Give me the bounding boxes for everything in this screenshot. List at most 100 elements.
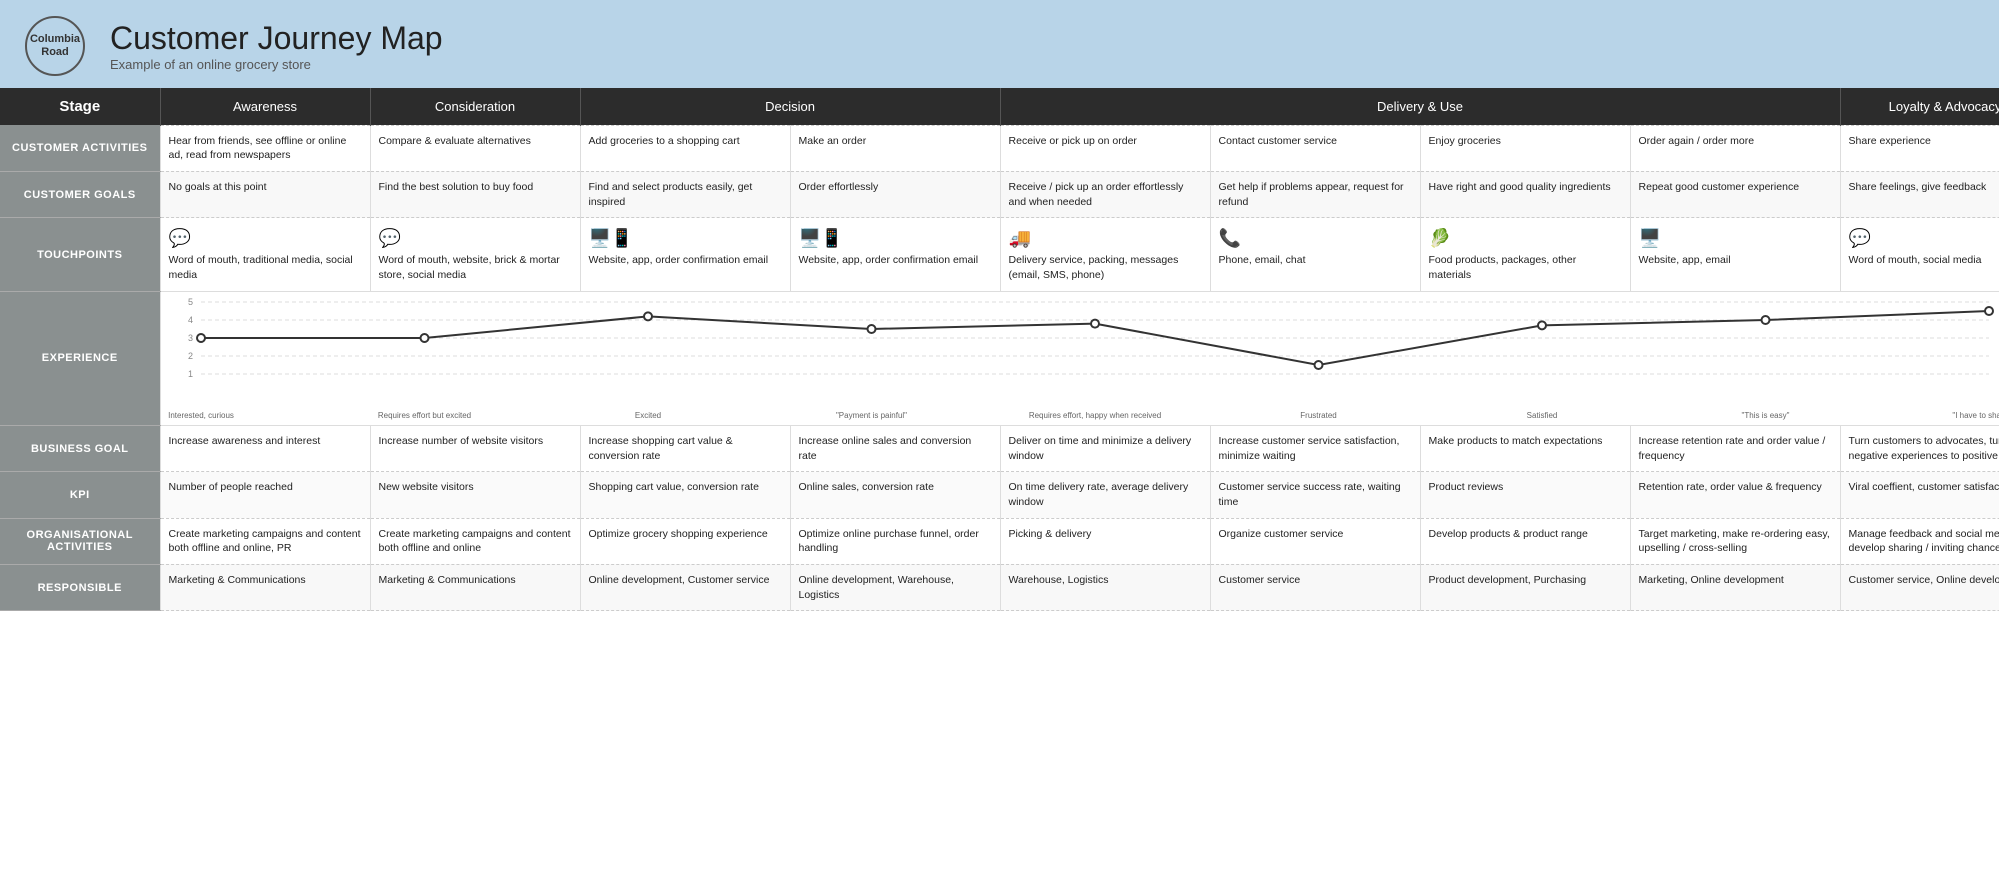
svg-text:"I have to share this": "I have to share this" (1952, 411, 1999, 420)
cell-responsible-8: Customer service, Online development (1840, 564, 1999, 610)
cell-touchpoints-8: 💬Word of mouth, social media (1840, 218, 1999, 292)
stage-awareness: Awareness (160, 88, 370, 125)
cell-business-goal-1: Increase number of website visitors (370, 425, 580, 471)
cell-business-goal-4: Deliver on time and minimize a delivery … (1000, 425, 1210, 471)
row-label-customer-activities: CUSTOMER ACTIVITIES (0, 125, 160, 171)
page-header: ColumbiaRoad Customer Journey Map Exampl… (0, 0, 1999, 88)
cell-customer-activities-5: Contact customer service (1210, 125, 1420, 171)
cell-business-goal-0: Increase awareness and interest (160, 425, 370, 471)
cell-customer-goals-1: Find the best solution to buy food (370, 171, 580, 217)
row-label-responsible: RESPONSIBLE (0, 564, 160, 610)
cell-org-activities-1: Create marketing campaigns and content b… (370, 518, 580, 564)
cell-kpi-3: Online sales, conversion rate (790, 472, 1000, 518)
cell-kpi-7: Retention rate, order value & frequency (1630, 472, 1840, 518)
row-business-goal: BUSINESS GOALIncrease awareness and inte… (0, 425, 1999, 471)
row-customer-goals: CUSTOMER GOALSNo goals at this pointFind… (0, 171, 1999, 217)
cell-touchpoints-7: 🖥️Website, app, email (1630, 218, 1840, 292)
svg-text:"Payment is painful": "Payment is painful" (835, 411, 906, 420)
cell-customer-goals-2: Find and select products easily, get ins… (580, 171, 790, 217)
cell-customer-goals-3: Order effortlessly (790, 171, 1000, 217)
cell-org-activities-8: Manage feedback and social media, develo… (1840, 518, 1999, 564)
stage-header-row: Stage Awareness Consideration Decision D… (0, 88, 1999, 125)
cell-business-goal-7: Increase retention rate and order value … (1630, 425, 1840, 471)
cell-kpi-0: Number of people reached (160, 472, 370, 518)
cell-org-activities-2: Optimize grocery shopping experience (580, 518, 790, 564)
cell-responsible-0: Marketing & Communications (160, 564, 370, 610)
cell-touchpoints-6: 🥬Food products, packages, other material… (1420, 218, 1630, 292)
row-kpi: KPINumber of people reachedNew website v… (0, 472, 1999, 518)
cell-responsible-3: Online development, Warehouse, Logistics (790, 564, 1000, 610)
row-org-activities: ORGANISATIONAL ACTIVITIESCreate marketin… (0, 518, 1999, 564)
row-label-experience: EXPERIENCE (0, 291, 160, 425)
stage-label-header: Stage (0, 88, 160, 125)
cell-org-activities-7: Target marketing, make re-ordering easy,… (1630, 518, 1840, 564)
cell-responsible-4: Warehouse, Logistics (1000, 564, 1210, 610)
cell-kpi-2: Shopping cart value, conversion rate (580, 472, 790, 518)
row-experience: EXPERIENCE 1 2 3 4 5 Interested, curious Requir… (0, 291, 1999, 425)
stage-loyalty: Loyalty & Advocacy (1840, 88, 1999, 125)
cell-org-activities-3: Optimize online purchase funnel, order h… (790, 518, 1000, 564)
cell-customer-goals-4: Receive / pick up an order effortlessly … (1000, 171, 1210, 217)
cell-kpi-5: Customer service success rate, waiting t… (1210, 472, 1420, 518)
svg-text:1: 1 (187, 369, 192, 379)
cell-business-goal-6: Make products to match expectations (1420, 425, 1630, 471)
svg-text:4: 4 (187, 315, 192, 325)
cell-responsible-7: Marketing, Online development (1630, 564, 1840, 610)
cell-touchpoints-5: 📞Phone, email, chat (1210, 218, 1420, 292)
cell-customer-activities-4: Receive or pick up on order (1000, 125, 1210, 171)
cell-touchpoints-1: 💬Word of mouth, website, brick & mortar … (370, 218, 580, 292)
cell-customer-goals-6: Have right and good quality ingredients (1420, 171, 1630, 217)
cell-org-activities-0: Create marketing campaigns and content b… (160, 518, 370, 564)
cell-business-goal-5: Increase customer service satisfaction, … (1210, 425, 1420, 471)
cell-touchpoints-3: 🖥️📱Website, app, order confirmation emai… (790, 218, 1000, 292)
row-label-touchpoints: TOUCHPOINTS (0, 218, 160, 292)
cell-kpi-6: Product reviews (1420, 472, 1630, 518)
row-label-business-goal: BUSINESS GOAL (0, 425, 160, 471)
experience-chart-cell: 1 2 3 4 5 Interested, curious Requires effort … (160, 291, 1999, 425)
cell-kpi-4: On time delivery rate, average delivery … (1000, 472, 1210, 518)
cell-business-goal-2: Increase shopping cart value & conversio… (580, 425, 790, 471)
svg-text:Interested, curious: Interested, curious (168, 411, 234, 420)
stage-consideration: Consideration (370, 88, 580, 125)
cell-responsible-2: Online development, Customer service (580, 564, 790, 610)
svg-text:5: 5 (187, 297, 192, 307)
svg-text:2: 2 (187, 351, 192, 361)
cell-customer-goals-8: Share feelings, give feedback (1840, 171, 1999, 217)
row-touchpoints: TOUCHPOINTS💬Word of mouth, traditional m… (0, 218, 1999, 292)
cell-responsible-1: Marketing & Communications (370, 564, 580, 610)
journey-table: Stage Awareness Consideration Decision D… (0, 88, 1999, 611)
page-subtitle: Example of an online grocery store (110, 57, 443, 72)
row-responsible: RESPONSIBLEMarketing & CommunicationsMar… (0, 564, 1999, 610)
row-label-kpi: KPI (0, 472, 160, 518)
page-title: Customer Journey Map (110, 20, 443, 57)
cell-org-activities-4: Picking & delivery (1000, 518, 1210, 564)
cell-customer-goals-0: No goals at this point (160, 171, 370, 217)
row-label-org-activities: ORGANISATIONAL ACTIVITIES (0, 518, 160, 564)
cell-customer-goals-5: Get help if problems appear, request for… (1210, 171, 1420, 217)
cell-customer-activities-6: Enjoy groceries (1420, 125, 1630, 171)
svg-text:3: 3 (187, 333, 192, 343)
header-title: Customer Journey Map Example of an onlin… (110, 20, 443, 72)
row-label-customer-goals: CUSTOMER GOALS (0, 171, 160, 217)
experience-svg: 1 2 3 4 5 Interested, curious Requires effort … (161, 292, 1999, 422)
cell-org-activities-6: Develop products & product range (1420, 518, 1630, 564)
svg-text:Satisfied: Satisfied (1526, 411, 1557, 420)
stage-delivery: Delivery & Use (1000, 88, 1840, 125)
svg-text:Requires effort, happy when re: Requires effort, happy when received (1028, 411, 1160, 420)
stage-decision: Decision (580, 88, 1000, 125)
journey-map-container: Stage Awareness Consideration Decision D… (0, 88, 1999, 611)
svg-text:Frustrated: Frustrated (1300, 411, 1336, 420)
svg-text:Requires effort but excited: Requires effort but excited (377, 411, 470, 420)
svg-text:"This is easy": "This is easy" (1741, 411, 1789, 420)
logo: ColumbiaRoad (20, 16, 90, 76)
cell-customer-activities-8: Share experience (1840, 125, 1999, 171)
cell-kpi-8: Viral coeffient, customer satisfaction (1840, 472, 1999, 518)
cell-touchpoints-2: 🖥️📱Website, app, order confirmation emai… (580, 218, 790, 292)
cell-kpi-1: New website visitors (370, 472, 580, 518)
cell-customer-activities-2: Add groceries to a shopping cart (580, 125, 790, 171)
cell-customer-goals-7: Repeat good customer experience (1630, 171, 1840, 217)
cell-customer-activities-0: Hear from friends, see offline or online… (160, 125, 370, 171)
logo-text: ColumbiaRoad (25, 16, 85, 76)
cell-customer-activities-7: Order again / order more (1630, 125, 1840, 171)
cell-org-activities-5: Organize customer service (1210, 518, 1420, 564)
